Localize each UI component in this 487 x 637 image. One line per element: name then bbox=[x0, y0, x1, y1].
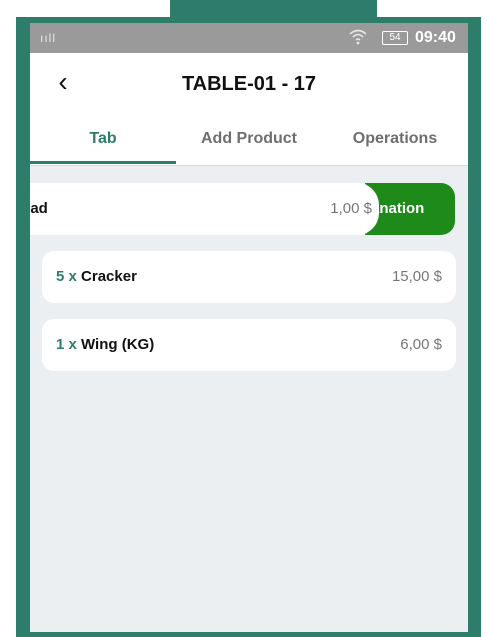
signal-icon: ııll bbox=[40, 31, 56, 45]
active-tab-indicator bbox=[30, 161, 176, 164]
tab-bar: Tab Add Product Operations bbox=[30, 113, 468, 166]
swipe-action-label: anation bbox=[371, 200, 425, 217]
wifi-icon bbox=[348, 27, 368, 50]
item-price: 6,00 $ bbox=[400, 336, 442, 353]
item-name: Wing (KG) bbox=[81, 336, 155, 353]
tab-add-product[interactable]: Add Product bbox=[176, 113, 322, 165]
phone-screen: ııll 54 09:40 ‹ TABLE-01 - 17 Tab Add Pr… bbox=[30, 23, 468, 632]
page-title: TABLE-01 - 17 bbox=[181, 73, 317, 95]
app-bar: ‹ TABLE-01 - 17 bbox=[30, 53, 468, 113]
item-label: 1 x Wing (KG) bbox=[56, 319, 154, 371]
item-quantity: 1 x bbox=[56, 336, 77, 353]
status-bar: ııll 54 09:40 bbox=[30, 23, 468, 53]
item-name: Cracker bbox=[81, 268, 137, 285]
device-frame-tab bbox=[170, 0, 377, 22]
item-price: 15,00 $ bbox=[391, 268, 442, 285]
list-item[interactable]: 5 x Cracker 15,00 $ bbox=[42, 251, 456, 303]
battery-icon: 54 bbox=[382, 31, 408, 45]
item-name: ead bbox=[30, 200, 48, 217]
tab-tab[interactable]: Tab bbox=[30, 113, 176, 165]
list-item[interactable]: 1 x Wing (KG) 6,00 $ bbox=[42, 319, 456, 371]
list-item-swiped[interactable]: ead 1,00 $ bbox=[30, 183, 372, 235]
tab-operations[interactable]: Operations bbox=[322, 113, 468, 165]
item-quantity: 5 x bbox=[56, 268, 77, 285]
item-label: 5 x Cracker bbox=[56, 251, 137, 303]
item-price: 1,00 $ bbox=[330, 200, 372, 217]
status-time: 09:40 bbox=[415, 29, 456, 46]
